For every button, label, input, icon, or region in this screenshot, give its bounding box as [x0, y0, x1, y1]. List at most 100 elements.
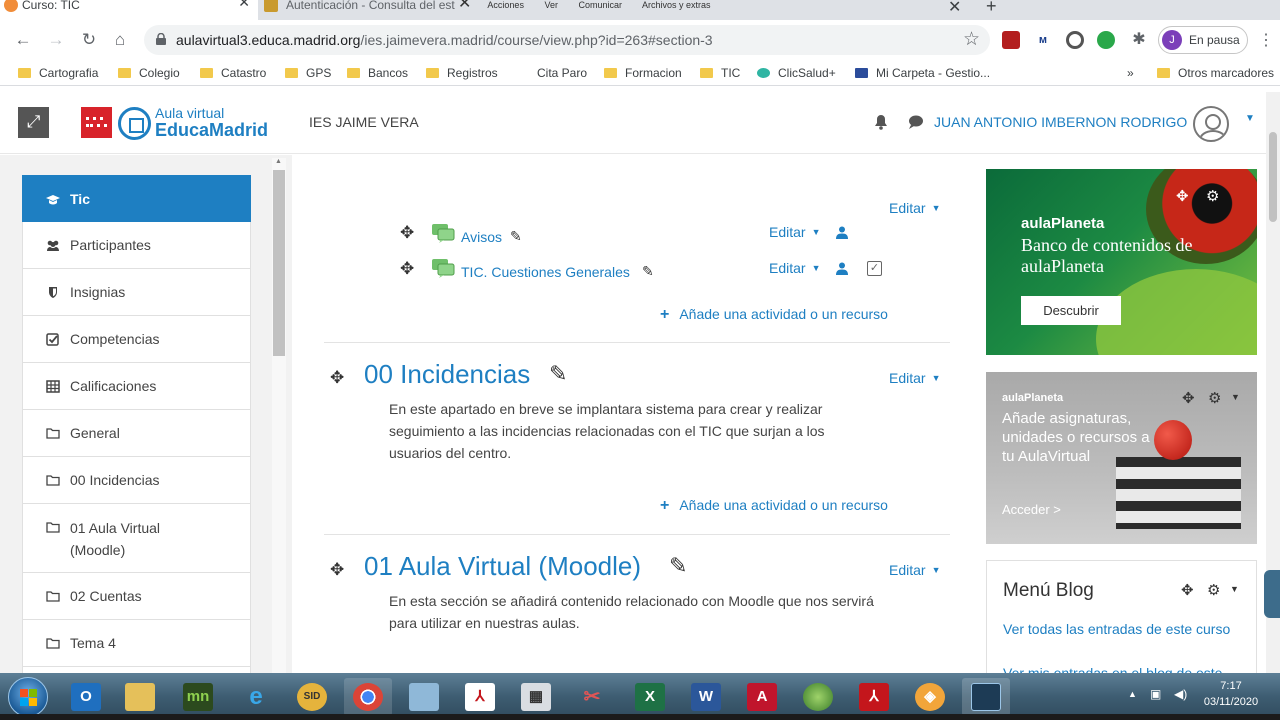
- other-bookmarks[interactable]: Otros marcadores: [1157, 66, 1274, 80]
- acceder-button[interactable]: Acceder >: [1002, 502, 1061, 517]
- new-tab-icon[interactable]: +: [986, 0, 997, 17]
- aulaplaneta-banner-contenidos[interactable]: ✥ ⚙ aulaPlaneta Banco de contenidos de a…: [986, 169, 1257, 355]
- activity-link-cuestiones-generales[interactable]: TIC. Cuestiones Generales: [461, 264, 630, 280]
- site-name[interactable]: IES JAIME VERA: [309, 114, 419, 130]
- circle-extension-icon[interactable]: [1066, 31, 1084, 49]
- edit-section-pencil-icon[interactable]: ✎: [669, 553, 687, 579]
- move-icon[interactable]: ✥: [1176, 187, 1189, 205]
- sidebar-item-insignias[interactable]: Insignias: [22, 269, 251, 316]
- move-icon[interactable]: ✥: [1181, 581, 1194, 599]
- bookmark-item[interactable]: Colegio: [118, 66, 180, 80]
- bookmark-star-icon[interactable]: ☆: [963, 28, 980, 51]
- taskbar-chrome[interactable]: [344, 678, 392, 716]
- bookmark-item[interactable]: Mi Carpeta - Gestio...: [855, 66, 990, 80]
- caret-down-icon[interactable]: ▼: [1230, 584, 1239, 594]
- edit-title-pencil-icon[interactable]: ✎: [510, 228, 522, 245]
- volume-icon[interactable]: ◀): [1174, 687, 1187, 701]
- move-icon[interactable]: ✥: [330, 560, 344, 580]
- show-hidden-icons[interactable]: ▲: [1128, 689, 1137, 699]
- tab-curso-tic[interactable]: Curso: TIC ✕: [0, 0, 258, 20]
- taskbar-clock[interactable]: 7:17 03/11/2020: [1196, 678, 1266, 710]
- bookmarks-overflow[interactable]: »: [1127, 66, 1134, 80]
- close-tab-icon[interactable]: ✕: [238, 0, 250, 9]
- network-icon[interactable]: ▣: [1150, 687, 1161, 701]
- gear-icon[interactable]: ⚙: [1206, 187, 1219, 205]
- forward-icon[interactable]: →: [44, 28, 68, 52]
- move-icon[interactable]: ✥: [400, 259, 414, 279]
- gear-icon[interactable]: ⚙: [1208, 389, 1221, 407]
- profile-paused-button[interactable]: J En pausa: [1158, 26, 1248, 54]
- activity-edit-menu[interactable]: Editar ▼: [769, 224, 821, 240]
- educamadrid-logo-icon[interactable]: [118, 107, 151, 140]
- reload-icon[interactable]: ↻: [77, 28, 101, 52]
- taskbar-app-sid[interactable]: SID: [288, 678, 336, 716]
- scroll-up-icon[interactable]: ▲: [275, 158, 282, 165]
- taskbar-file-manager[interactable]: [962, 678, 1010, 716]
- sidebar-item-00-incidencias[interactable]: 00 Incidencias: [22, 457, 251, 504]
- ext-menu-ver[interactable]: Ver: [544, 0, 558, 10]
- taskbar-app-mn[interactable]: mn: [174, 678, 222, 716]
- back-icon[interactable]: ←: [11, 28, 35, 52]
- taskbar-acrobat[interactable]: ⅄: [456, 678, 504, 716]
- bookmark-item[interactable]: GPS: [285, 66, 331, 80]
- address-bar[interactable]: aulavirtual3.educa.madrid.org/ies.jaimev…: [144, 25, 990, 55]
- sidebar-item-02-cuentas[interactable]: 02 Cuentas: [22, 573, 251, 620]
- bookmark-item[interactable]: Formacion: [604, 66, 682, 80]
- taskbar-internet-explorer[interactable]: e: [232, 678, 280, 716]
- home-icon[interactable]: ⌂: [108, 28, 132, 52]
- sidebar-item-tic[interactable]: Tic: [22, 175, 251, 222]
- move-icon[interactable]: ✥: [1182, 389, 1195, 407]
- ext-menu-acciones[interactable]: Acciones: [487, 0, 524, 10]
- section-title-01-aula-virtual[interactable]: 01 Aula Virtual (Moodle): [364, 551, 641, 582]
- blog-link-all-entries[interactable]: Ver todas las entradas de este curso: [1003, 618, 1243, 640]
- bookmark-item[interactable]: Catastro: [200, 66, 266, 80]
- logo-title[interactable]: EducaMadrid: [155, 120, 268, 141]
- bookmark-item[interactable]: Cita Paro: [516, 66, 587, 80]
- sidebar-item-calificaciones[interactable]: Calificaciones: [22, 363, 251, 410]
- activity-edit-menu[interactable]: Editar ▼: [769, 260, 821, 276]
- logo-subtitle[interactable]: Aula virtual: [155, 105, 224, 121]
- taskbar-explorer[interactable]: [116, 678, 164, 716]
- taskbar-calculator[interactable]: ▦: [512, 678, 560, 716]
- taskbar-outlook[interactable]: O: [62, 678, 110, 716]
- taskbar-app[interactable]: [400, 678, 448, 716]
- messages-icon[interactable]: [908, 114, 924, 130]
- section-edit-menu[interactable]: Editar ▼: [889, 370, 941, 386]
- edit-section-pencil-icon[interactable]: ✎: [549, 361, 567, 387]
- sidebar-item-participantes[interactable]: Participantes: [22, 222, 251, 269]
- assign-roles-icon[interactable]: [836, 226, 848, 239]
- extensions-puzzle-icon[interactable]: ✱: [1130, 31, 1148, 49]
- taskbar-snipping[interactable]: ✂: [568, 678, 616, 716]
- acrobat-extension-icon[interactable]: [1002, 31, 1020, 49]
- blog-link-my-entries[interactable]: Ver mis entradas en el blog de este: [1003, 662, 1243, 673]
- add-activity-link[interactable]: + Añade una actividad o un recurso: [660, 497, 888, 515]
- taskbar-acrobat-reader[interactable]: ⅄: [850, 678, 898, 716]
- move-icon[interactable]: ✥: [400, 223, 414, 243]
- activity-link-avisos[interactable]: Avisos: [461, 229, 502, 245]
- taskbar-app-green[interactable]: [794, 678, 842, 716]
- green-extension-icon[interactable]: [1097, 31, 1115, 49]
- descubrir-button[interactable]: Descubrir: [1021, 296, 1121, 325]
- user-menu-name[interactable]: JUAN ANTONIO IMBERNON RODRIGO: [934, 114, 1187, 130]
- mendeley-extension-icon[interactable]: м: [1034, 31, 1052, 49]
- ext-menu-comunicar[interactable]: Comunicar: [579, 0, 623, 10]
- user-avatar[interactable]: [1193, 106, 1229, 142]
- aulaplaneta-banner-asignaturas[interactable]: ✥ ⚙ ▼ aulaPlaneta Añade asignaturas, uni…: [986, 372, 1257, 544]
- taskbar-app-shield[interactable]: ◈: [906, 678, 954, 716]
- drawer-scrollbar[interactable]: ▲: [272, 158, 286, 673]
- taskbar-word[interactable]: W: [682, 678, 730, 716]
- notifications-bell-icon[interactable]: [874, 114, 888, 130]
- browser-menu-icon[interactable]: ⋮: [1258, 30, 1274, 50]
- bookmark-item[interactable]: Bancos: [347, 66, 408, 80]
- edit-title-pencil-icon[interactable]: ✎: [642, 263, 654, 280]
- section-edit-menu[interactable]: Editar ▼: [889, 200, 941, 216]
- ext-menu-archivos[interactable]: Archivos y extras: [642, 0, 711, 10]
- bookmark-item[interactable]: ClicSalud+: [757, 66, 836, 80]
- start-button[interactable]: [8, 677, 48, 717]
- close-tab-icon[interactable]: ✕: [948, 0, 961, 17]
- section-edit-menu[interactable]: Editar ▼: [889, 562, 941, 578]
- add-activity-link[interactable]: + Añade una actividad o un recurso: [660, 306, 888, 324]
- completion-checkbox[interactable]: ✓: [867, 261, 882, 276]
- sidebar-item-general[interactable]: General: [22, 410, 251, 457]
- assign-roles-icon[interactable]: [836, 262, 848, 275]
